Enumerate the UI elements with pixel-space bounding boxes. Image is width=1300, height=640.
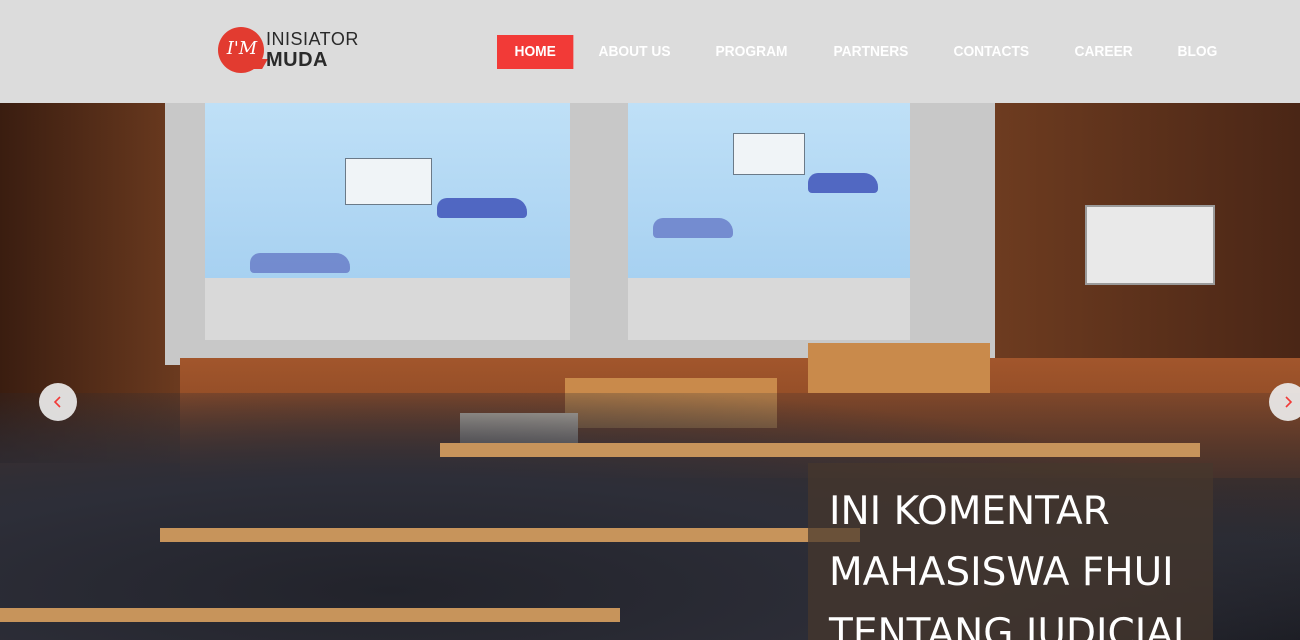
logo-text-line1: INISIATOR: [266, 29, 359, 49]
nav-item-contacts[interactable]: CONTACTS: [936, 35, 1047, 69]
nav-item-program[interactable]: PROGRAM: [698, 35, 805, 69]
slider-prev-button[interactable]: [39, 383, 77, 421]
site-header: I'M INISIATOR MUDA HOME ABOUT US PROGRAM…: [0, 0, 1300, 103]
chevron-left-icon: [53, 396, 61, 408]
slide-caption[interactable]: INI KOMENTAR MAHASISWA FHUI TENTANG JUDI…: [808, 463, 1213, 640]
projection-screen-left: [205, 103, 570, 278]
whiteboard: [1085, 205, 1215, 285]
site-logo[interactable]: I'M INISIATOR MUDA: [218, 27, 358, 77]
chevron-right-icon: [1285, 396, 1293, 408]
slider-next-button[interactable]: [1269, 383, 1300, 421]
nav-item-partners[interactable]: PARTNERS: [816, 35, 926, 69]
hero-slider: INI KOMENTAR MAHASISWA FHUI TENTANG JUDI…: [0, 103, 1300, 640]
nav-item-blog[interactable]: BLOG: [1160, 35, 1235, 69]
nav-item-home[interactable]: HOME: [497, 35, 574, 69]
nav-item-about-us[interactable]: ABOUT US: [581, 35, 688, 69]
logo-mark-text: I'M: [226, 38, 258, 59]
nav-item-career[interactable]: CAREER: [1057, 35, 1150, 69]
logo-text-line2: MUDA: [266, 49, 328, 71]
main-nav: HOME ABOUT US PROGRAM PARTNERS CONTACTS …: [497, 35, 1242, 69]
slide-caption-title[interactable]: INI KOMENTAR MAHASISWA FHUI TENTANG JUDI…: [829, 481, 1209, 640]
projection-screen-right: [628, 103, 910, 278]
